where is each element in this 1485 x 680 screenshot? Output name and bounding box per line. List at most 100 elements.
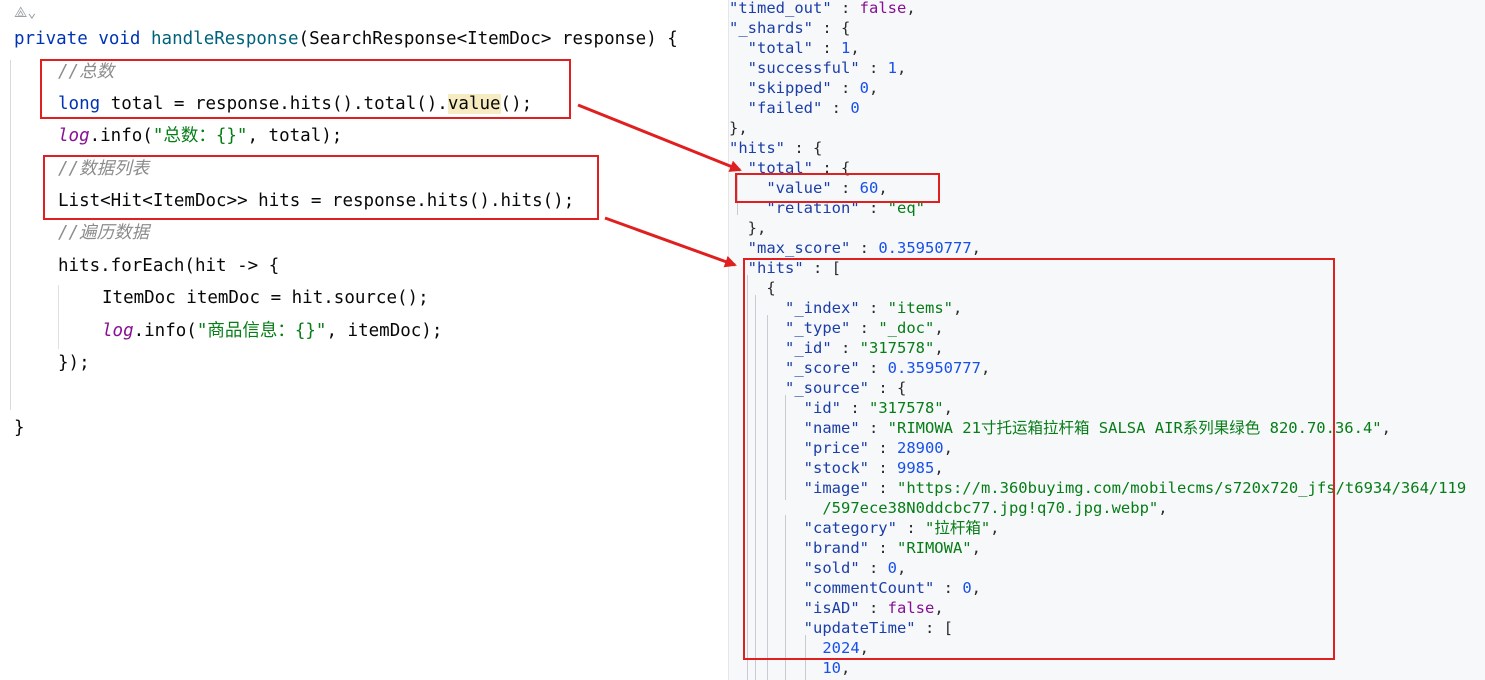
json-line: "name" : "RIMOWA 21寸托运箱拉杆箱 SALSA AIR系列果绿… xyxy=(729,418,1391,438)
json-token: 60 xyxy=(859,179,879,197)
json-token: "_score" xyxy=(785,359,860,377)
json-line: "total" : 1, xyxy=(729,38,860,58)
json-line: "max_score" : 0.35950777, xyxy=(729,238,981,258)
json-line: "_type" : "_doc", xyxy=(729,318,944,338)
total-line[interactable]: long total = response.hits().total().val… xyxy=(58,88,532,120)
json-token: 9985 xyxy=(896,459,935,477)
json-token: , xyxy=(897,59,907,77)
code-editor[interactable]: ⟁⌄ private void handleResponse(SearchRes… xyxy=(0,0,728,680)
json-token: "https://m.360buyimg.com/mobilecms/s720x… xyxy=(896,479,1467,497)
json-line: "value" : 60, xyxy=(729,178,888,198)
json-token: }, xyxy=(729,219,767,237)
json-indent-guide xyxy=(767,315,768,680)
ai-assist-icon[interactable]: ⟁⌄ xyxy=(14,3,36,21)
lambda-indent-guide xyxy=(58,285,59,349)
json-token: : xyxy=(859,199,888,217)
json-token: : { xyxy=(813,159,851,177)
method-close[interactable]: } xyxy=(14,412,25,444)
json-token: "max_score" xyxy=(747,239,851,257)
json-token: : { xyxy=(813,19,851,37)
json-token: "_id" xyxy=(785,339,832,357)
json-token: , xyxy=(971,539,981,557)
json-token: "RIMOWA 21寸托运箱拉杆箱 SALSA AIR系列果绿色 820.70.… xyxy=(887,419,1382,437)
json-token: }, xyxy=(729,119,748,137)
json-line: "isAD" : false, xyxy=(729,598,944,618)
json-token: "_type" xyxy=(785,319,851,337)
method-signature[interactable]: private void handleResponse(SearchRespon… xyxy=(14,23,678,55)
lambda-close[interactable]: }); xyxy=(58,347,90,379)
json-token: "name" xyxy=(803,419,860,437)
json-line: "relation" : "eq" xyxy=(729,198,925,218)
json-token: : xyxy=(813,39,841,57)
json-line: "successful" : 1, xyxy=(729,58,907,78)
json-token: : xyxy=(831,79,860,97)
json-token: : xyxy=(859,359,888,377)
comment-total: //总数 xyxy=(58,62,115,82)
json-token: "hits" xyxy=(747,259,804,277)
json-token: : [ xyxy=(915,619,953,637)
json-token: , xyxy=(878,179,888,197)
json-token: : { xyxy=(869,379,907,397)
method-scope-line xyxy=(10,60,11,410)
comment-data-list: //数据列表 xyxy=(58,159,150,179)
json-token: , xyxy=(1158,499,1168,517)
json-response-panel[interactable]: "timed_out" : false, "_shards" : { "total… xyxy=(728,0,1485,680)
json-token: "total" xyxy=(747,39,813,57)
json-token: 0 xyxy=(859,79,870,97)
json-token: 2024 xyxy=(822,639,860,657)
log-item-line[interactable]: log.info("商品信息：{}", itemDoc); xyxy=(102,315,442,347)
json-line: "price" : 28900, xyxy=(729,438,953,458)
json-line: "_index" : "items", xyxy=(729,298,962,318)
json-token: { xyxy=(729,279,776,297)
json-token: 10 xyxy=(822,659,841,677)
json-indent-guide xyxy=(785,515,786,680)
json-token: , xyxy=(934,459,944,477)
json-token: : xyxy=(859,559,888,577)
json-indent-guide xyxy=(737,175,738,215)
json-token: "sold" xyxy=(803,559,860,577)
json-token: 0 xyxy=(887,559,897,577)
json-token: "category" xyxy=(803,519,897,537)
json-token: , xyxy=(943,439,953,457)
foreach-line[interactable]: hits.forEach(hit -> { xyxy=(58,250,279,282)
json-token: 1 xyxy=(887,59,897,77)
json-token: : xyxy=(859,419,888,437)
json-token: "_source" xyxy=(785,379,869,397)
json-line: "_id" : "317578", xyxy=(729,338,944,358)
json-token: "relation" xyxy=(766,199,860,217)
json-token: , xyxy=(850,39,860,57)
json-token: , xyxy=(980,359,991,377)
json-token: , xyxy=(971,239,981,257)
json-indent-guide xyxy=(755,295,756,680)
json-token: : xyxy=(868,459,897,477)
json-token: "_shards" xyxy=(729,19,813,37)
json-line: "timed_out" : false, xyxy=(729,0,916,18)
json-token: 0 xyxy=(962,579,972,597)
json-line: "failed" : 0 xyxy=(729,98,860,118)
json-line: "skipped" : 0, xyxy=(729,78,879,98)
json-token: "317578" xyxy=(868,399,944,417)
json-token: "eq" xyxy=(887,199,925,217)
json-token: , xyxy=(906,0,916,17)
json-token: , xyxy=(841,659,851,677)
log-total-line[interactable]: log.info("总数：{}", total); xyxy=(58,120,342,152)
json-token: , xyxy=(934,599,944,617)
json-token: "317578" xyxy=(859,339,935,357)
json-line: "hits" : [ xyxy=(729,258,841,278)
json-token: : xyxy=(896,519,925,537)
json-token: "hits" xyxy=(729,139,785,157)
hits-line[interactable]: List<Hit<ItemDoc>> hits = response.hits(… xyxy=(58,185,574,217)
json-token: : xyxy=(868,479,897,497)
json-token: , xyxy=(971,579,981,597)
json-indent-guide xyxy=(805,635,806,680)
json-token: 0 xyxy=(850,99,860,117)
itemdoc-line[interactable]: ItemDoc itemDoc = hit.source(); xyxy=(102,282,429,314)
